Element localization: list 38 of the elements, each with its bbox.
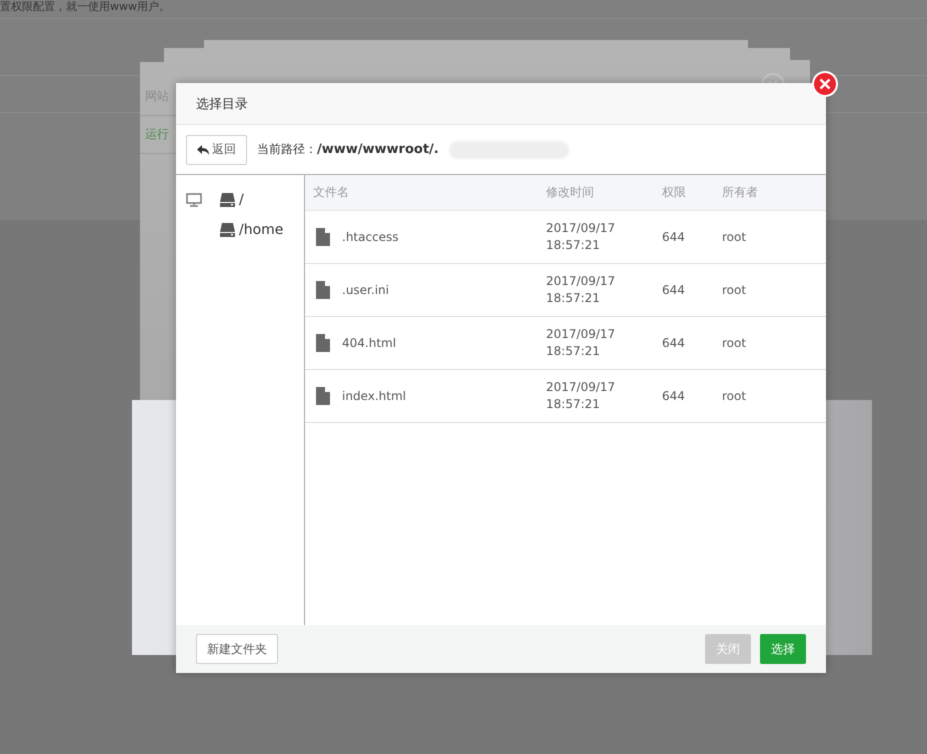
- tree-item[interactable]: /home: [239, 222, 284, 238]
- path-text: /www/wwwroot/.: [317, 142, 439, 157]
- file-name[interactable]: index.html: [342, 389, 406, 403]
- drive-icon: [220, 193, 235, 207]
- file-name[interactable]: .user.ini: [342, 283, 389, 297]
- file-name[interactable]: .htaccess: [342, 230, 399, 244]
- file-icon: [316, 228, 330, 246]
- modified-time: 2017/09/17 18:57:21: [546, 379, 616, 413]
- modified-time: 2017/09/17 18:57:21: [546, 220, 616, 254]
- path-label: 当前路径：: [257, 141, 317, 158]
- dialog-title: 选择目录: [196, 96, 248, 112]
- tree-item[interactable]: /: [239, 192, 244, 208]
- drive-icon: [220, 223, 235, 237]
- permission-text: 644: [662, 283, 685, 297]
- owner-text: root: [722, 336, 746, 350]
- modified-time: 2017/09/17 18:57:21: [546, 326, 616, 360]
- file-icon: [316, 387, 330, 405]
- file-icon: [316, 334, 330, 352]
- column-header: 所有者: [722, 185, 758, 199]
- computer-icon: [186, 193, 202, 207]
- status-text: 运行: [145, 127, 169, 141]
- owner-text: root: [722, 389, 746, 403]
- file-name[interactable]: 404.html: [342, 336, 396, 350]
- column-header: 文件名: [313, 185, 349, 199]
- new-folder-button[interactable]: 新建文件夹: [196, 634, 278, 664]
- modified-time: 2017/09/17 18:57:21: [546, 273, 616, 307]
- close-icon[interactable]: [811, 70, 839, 98]
- file-icon: [316, 281, 330, 299]
- permission-text: 644: [662, 336, 685, 350]
- column-header: 修改时间: [546, 185, 594, 199]
- back-button[interactable]: 返回: [186, 134, 247, 164]
- owner-text: root: [722, 283, 746, 297]
- notice-text: 置权限配置，就一使用www用户。: [0, 0, 927, 19]
- permission-text: 644: [662, 389, 685, 403]
- owner-text: root: [722, 230, 746, 244]
- permission-text: 644: [662, 230, 685, 244]
- column-header: 权限: [662, 185, 686, 199]
- reply-arrow-icon: [197, 144, 209, 154]
